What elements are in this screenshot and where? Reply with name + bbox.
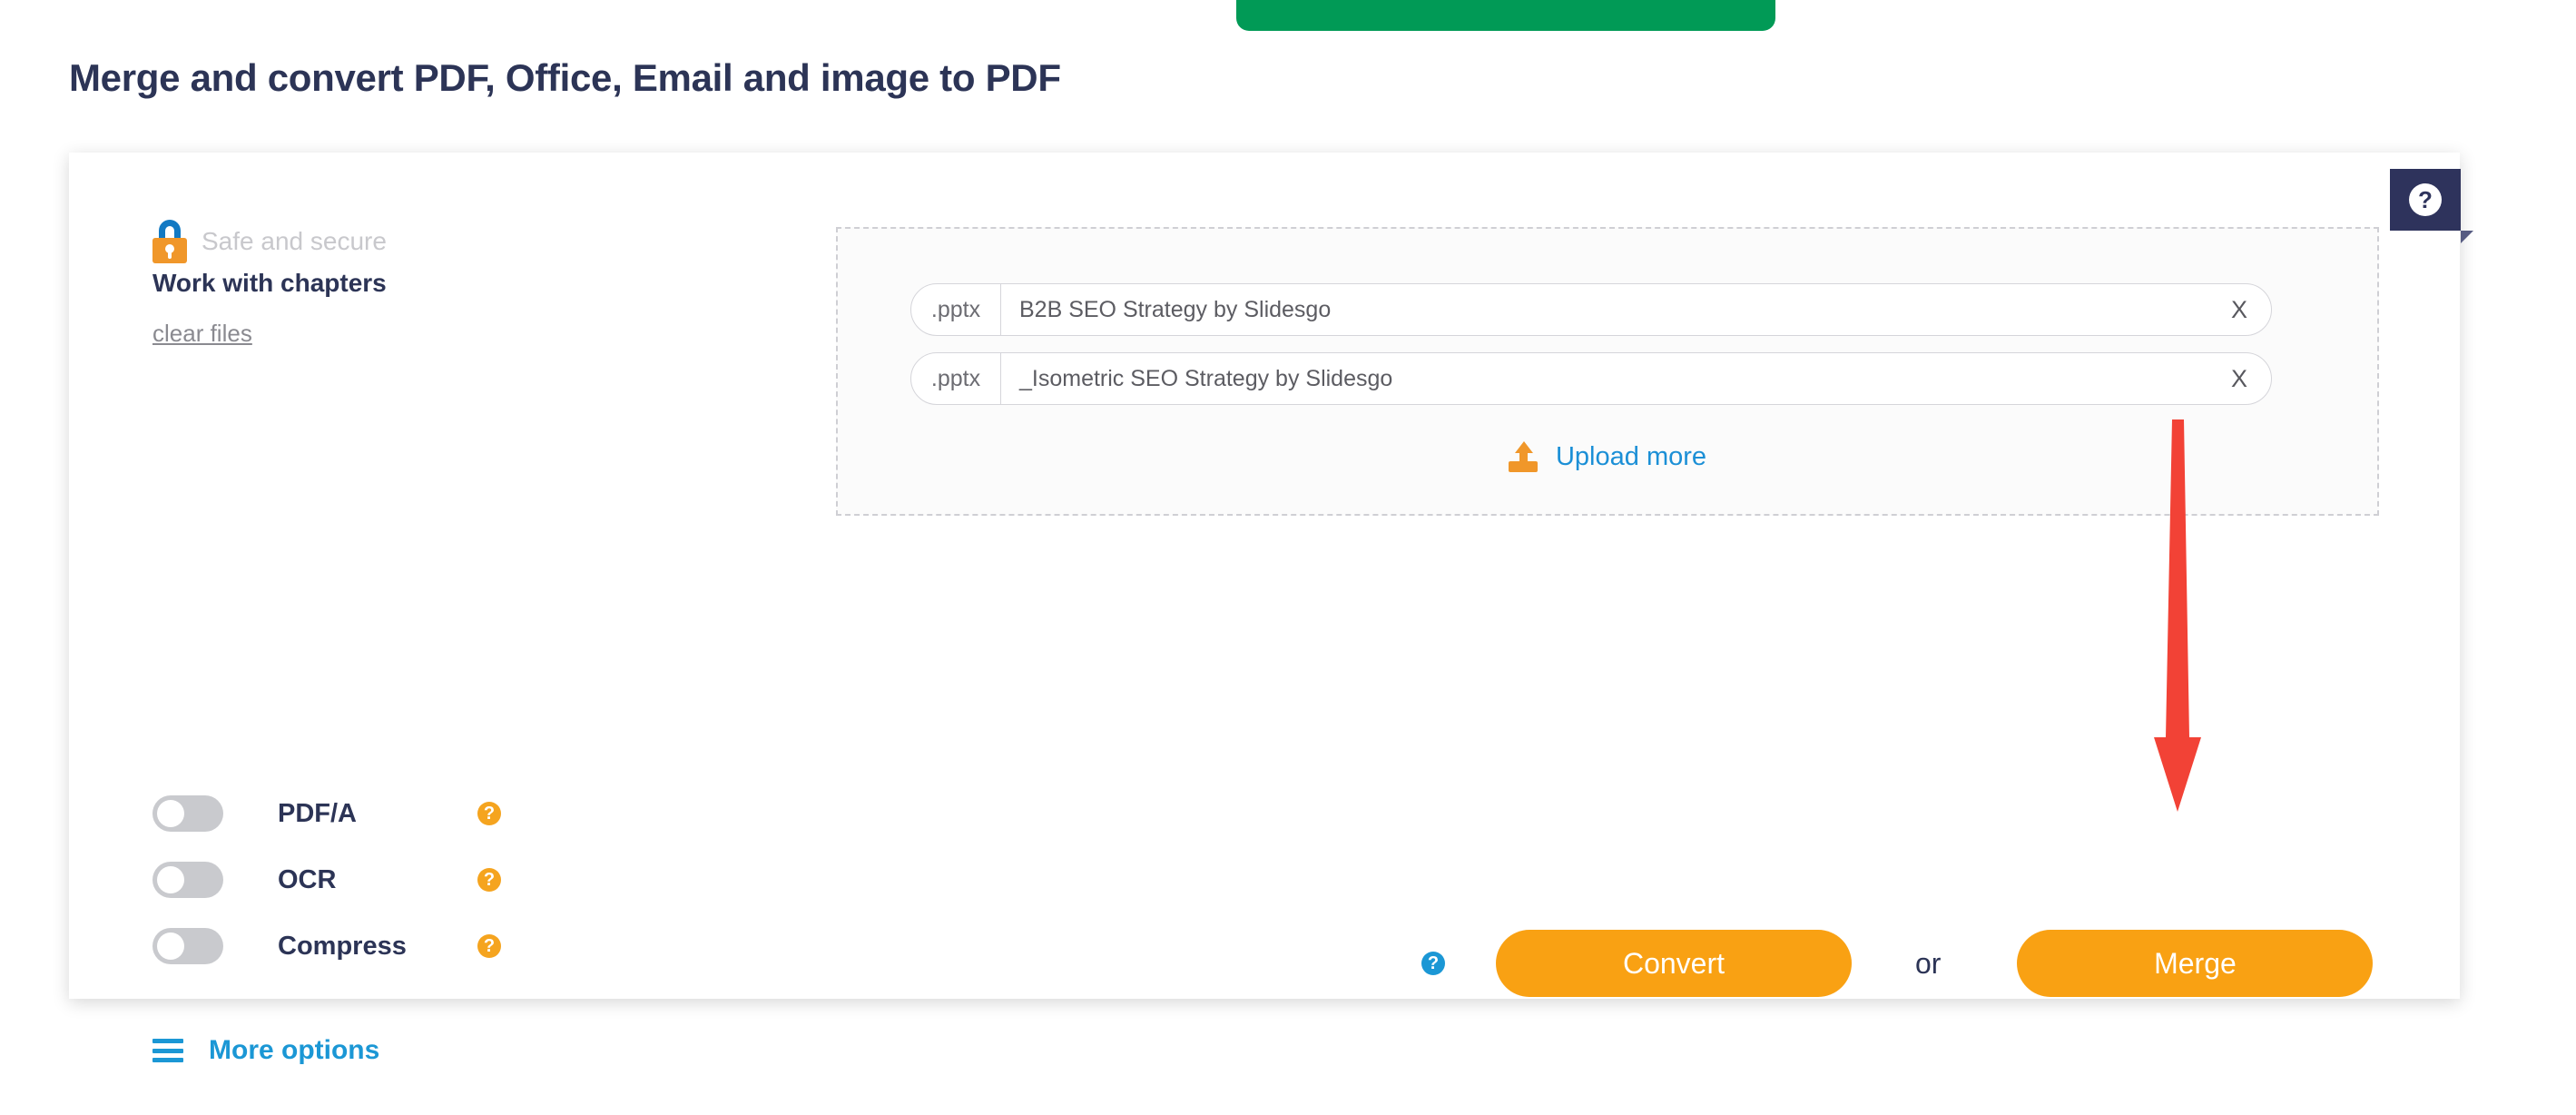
option-label-ocr: OCR xyxy=(278,864,337,894)
safe-and-secure: Safe and secure xyxy=(151,220,387,263)
upload-more-button[interactable]: Upload more xyxy=(1508,441,1707,472)
convert-button[interactable]: Convert xyxy=(1496,930,1852,997)
more-options-label: More options xyxy=(209,1035,380,1065)
upload-more-label: Upload more xyxy=(1555,441,1707,471)
remove-file-button[interactable]: X xyxy=(2207,365,2271,393)
file-extension: .pptx xyxy=(930,365,981,391)
option-row-ocr: OCR ? xyxy=(152,862,606,898)
file-list: .pptx B2B SEO Strategy by Slidesgo X .pp… xyxy=(910,283,2272,421)
option-row-compress: Compress ? xyxy=(152,928,606,964)
help-circle-icon-compress[interactable]: ? xyxy=(477,934,501,958)
help-circle-icon-pdfa[interactable]: ? xyxy=(477,802,501,825)
file-row[interactable]: .pptx _Isometric SEO Strategy by Slidesg… xyxy=(910,352,2272,405)
toggle-pdfa[interactable] xyxy=(152,795,223,832)
page-title: Merge and convert PDF, Office, Email and… xyxy=(69,56,1061,99)
or-label: or xyxy=(1915,946,1942,980)
lock-icon xyxy=(151,220,189,263)
merge-button[interactable]: Merge xyxy=(2017,930,2374,997)
safe-and-secure-label: Safe and secure xyxy=(202,227,387,255)
more-options-button[interactable]: More options xyxy=(152,1035,379,1066)
file-name: _Isometric SEO Strategy by Slidesgo xyxy=(1019,365,1393,391)
question-mark-icon: ? xyxy=(2409,183,2442,216)
file-extension: .pptx xyxy=(930,296,981,322)
option-label-pdfa: PDF/A xyxy=(278,798,357,828)
option-row-pdfa: PDF/A ? xyxy=(152,795,606,832)
option-label-compress: Compress xyxy=(278,931,407,961)
top-green-banner[interactable] xyxy=(1236,0,1775,31)
help-tab-button[interactable]: ? xyxy=(2390,169,2473,243)
toggle-ocr[interactable] xyxy=(152,862,223,898)
upload-icon xyxy=(1508,441,1538,472)
remove-file-button[interactable]: X xyxy=(2207,296,2271,324)
file-name: B2B SEO Strategy by Slidesgo xyxy=(1019,296,1332,322)
main-card: Safe and secure Work with chapters clear… xyxy=(69,153,2460,1065)
clear-files-link[interactable]: clear files xyxy=(152,320,252,348)
help-circle-icon-convert[interactable]: ? xyxy=(1421,952,1445,975)
file-dropzone[interactable]: .pptx B2B SEO Strategy by Slidesgo X .pp… xyxy=(836,227,2379,516)
toggle-compress[interactable] xyxy=(152,928,223,964)
file-row[interactable]: .pptx B2B SEO Strategy by Slidesgo X xyxy=(910,283,2272,336)
help-circle-icon-ocr[interactable]: ? xyxy=(477,868,501,892)
action-row: ? Convert or Merge xyxy=(1421,930,2374,997)
corner-fold xyxy=(2461,231,2473,243)
work-with-chapters-label: Work with chapters xyxy=(152,269,387,297)
hamburger-icon xyxy=(152,1039,183,1062)
